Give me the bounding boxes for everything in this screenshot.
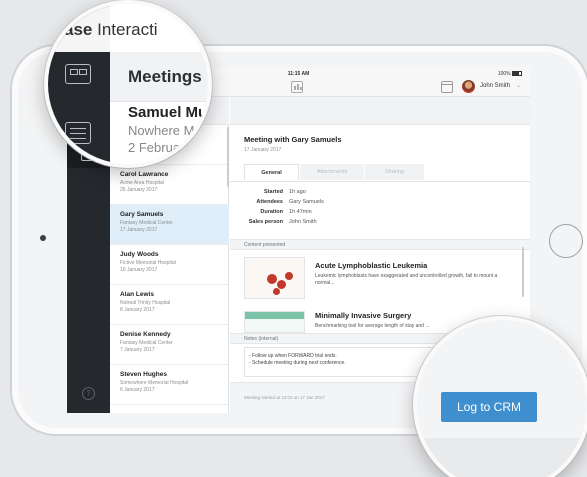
content-description: Leukemic lymphoblasts have exaggerated a… (315, 273, 498, 286)
camera (40, 235, 46, 241)
meeting-name: Gary Samuels (120, 211, 164, 218)
tab-general[interactable]: General (244, 164, 299, 180)
list-scrollbar[interactable] (227, 127, 229, 187)
home-button[interactable] (549, 224, 583, 258)
meeting-date: 6 January 2017 (120, 387, 155, 393)
meeting-place: Notreal Trinity Hospital (120, 300, 171, 306)
tab-sharing[interactable]: Sharing (365, 164, 424, 180)
field-label: Duration (260, 209, 283, 215)
meeting-date: 10 January 2017 (120, 267, 158, 273)
list-item[interactable]: Steven Hughes Somewhere Memorial Hospita… (110, 365, 229, 405)
field-label: Attendees (256, 199, 283, 205)
meeting-place: Fantasy Medical Center (120, 220, 173, 226)
content-thumbnail[interactable] (244, 311, 305, 333)
field-label: Started (264, 189, 283, 195)
meetings-header: Meetings (110, 52, 208, 102)
list-item[interactable]: Denise Kennedy Fantasy Medical Center 7 … (110, 325, 229, 365)
detail-header-bar (230, 97, 530, 125)
meeting-date: 2 Februar (128, 140, 185, 155)
field-value: 1h ago (289, 189, 306, 195)
meeting-date: 7 January 2017 (120, 347, 155, 353)
meeting-date: 26 January 2017 (120, 187, 158, 193)
tab-divider (230, 181, 530, 182)
chevron-down-icon[interactable]: ⌄ (516, 82, 521, 89)
list-item[interactable]: Carol Lawrance Acme Area Hospital 26 Jan… (110, 165, 229, 205)
list-item[interactable]: Judy Woods Fictive Memorial Hospital 10 … (110, 245, 229, 285)
detail-tabs: General Attachments Sharing (244, 164, 424, 180)
battery-icon (512, 71, 522, 77)
content-section-header: Content presented (230, 239, 530, 250)
dashboard-icon[interactable] (65, 64, 91, 84)
meeting-date: 17 January 2017 (244, 147, 282, 153)
app-title: ase Interacti (64, 20, 158, 39)
meeting-name: Carol Lawrance (120, 171, 169, 178)
field-value: John Smith (289, 219, 317, 225)
tab-attachments[interactable]: Attachments (300, 164, 364, 180)
meetings-title: Meetings (128, 67, 202, 86)
meeting-title: Meeting with Gary Samuels (244, 135, 342, 144)
meeting-place: Fantasy Medical Center (120, 340, 173, 346)
user-name[interactable]: John Smith (480, 83, 510, 89)
field-label: Sales person (248, 219, 283, 225)
content-title[interactable]: Minimally Invasive Surgery (315, 311, 411, 320)
field-value: 1h 47min (289, 209, 312, 215)
meeting-name: Denise Kennedy (120, 331, 171, 338)
meeting-place: Nowhere Me (128, 123, 202, 138)
content-title[interactable]: Acute Lymphoblastic Leukemia (315, 261, 427, 270)
magnifier-left: ase Interacti Meetings Samuel Murr Nowhe… (44, 0, 212, 168)
magnifier-right: Log to CRM (413, 316, 587, 477)
meeting-place: Somewhere Memorial Hospital (120, 380, 189, 386)
calendar-icon[interactable] (441, 81, 453, 93)
log-to-crm-button[interactable]: Log to CRM (441, 392, 537, 422)
field-value: Gary Samuels (289, 199, 324, 205)
avatar[interactable] (462, 80, 475, 93)
list-item-selected[interactable]: Gary Samuels Fantasy Medical Center 17 J… (110, 205, 229, 245)
meeting-place: Fictive Memorial Hospital (120, 260, 176, 266)
list-item[interactable]: Alan Lewis Notreal Trinity Hospital 8 Ja… (110, 285, 229, 325)
meeting-date: 8 January 2017 (120, 307, 155, 313)
battery-indicator: 100% (498, 71, 522, 77)
content-scrollbar[interactable] (522, 247, 524, 297)
meeting-name: Alan Lewis (120, 291, 154, 298)
meeting-name: Judy Woods (120, 251, 159, 258)
meeting-place: Acme Area Hospital (120, 180, 164, 186)
meeting-started-note: Meeting started at 12:03 on 17 Jan 2017 (244, 395, 325, 400)
meeting-name: Steven Hughes (120, 371, 167, 378)
chart-icon[interactable] (291, 81, 303, 93)
meeting-name: Samuel Murr (128, 104, 212, 121)
battery-percent: 100% (497, 71, 511, 77)
content-thumbnail[interactable] (244, 257, 305, 299)
list-icon[interactable] (65, 122, 91, 144)
meeting-date: 17 January 2017 (120, 227, 158, 233)
help-icon[interactable]: ? (82, 387, 95, 400)
